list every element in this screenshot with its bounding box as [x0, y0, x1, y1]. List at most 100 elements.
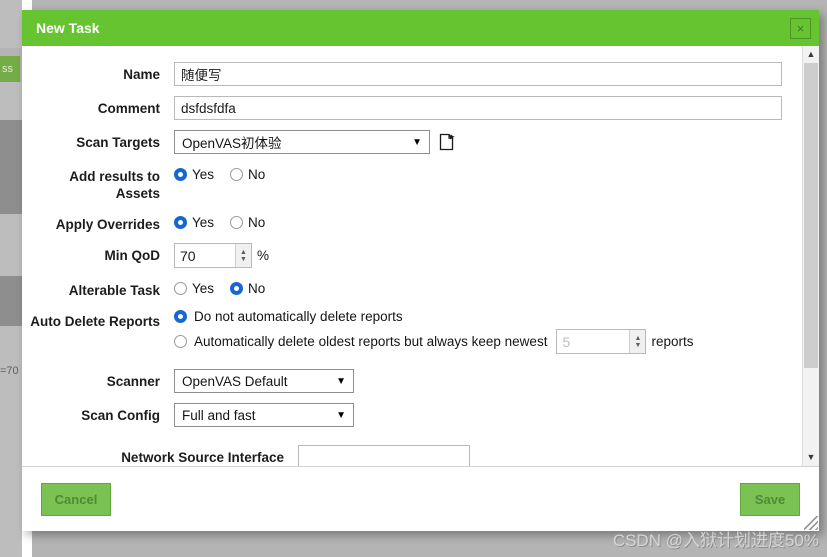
form-row-comment: Comment: [22, 96, 802, 120]
scanner-control: OpenVAS Default ▼: [174, 369, 802, 393]
backdrop-strip: [0, 120, 22, 214]
scan-config-label: Scan Config: [81, 408, 160, 423]
alterable-task-radio-no[interactable]: No: [230, 281, 265, 296]
min-qod-label: Min QoD: [104, 248, 161, 263]
resize-grip[interactable]: [804, 516, 818, 530]
apply-overrides-radio-group: Yes No: [174, 212, 802, 230]
form-row-alterable-task: Alterable Task Yes No: [22, 278, 802, 299]
network-source-interface-label: Network Source Interface: [121, 450, 284, 465]
add-results-radio-yes[interactable]: Yes: [174, 167, 214, 182]
scan-config-control: Full and fast ▼: [174, 403, 802, 427]
backdrop-side-text: =70: [0, 365, 19, 377]
alterable-task-label: Alterable Task: [68, 283, 160, 298]
auto-delete-keep-count-stepper: ▲ ▼: [556, 329, 647, 354]
apply-overrides-control: Yes No: [174, 212, 802, 230]
scan-config-select[interactable]: Full and fast ▼: [174, 403, 354, 427]
form-row-network-source-interface: Network Source Interface: [22, 445, 802, 466]
alterable-task-control: Yes No: [174, 278, 802, 296]
alterable-task-radio-yes[interactable]: Yes: [174, 281, 214, 296]
scrollbar-thumb[interactable]: [804, 63, 818, 368]
form-row-apply-overrides: Apply Overrides Yes No: [22, 212, 802, 233]
radio-selected-icon: [230, 282, 244, 295]
min-qod-unit: %: [257, 248, 270, 263]
chevron-up-icon[interactable]: ▲: [803, 46, 819, 63]
save-button[interactable]: Save: [740, 482, 800, 516]
auto-delete-option-keep-all[interactable]: Do not automatically delete reports: [174, 309, 802, 324]
apply-overrides-radio-no[interactable]: No: [230, 215, 265, 230]
radio-unselected-icon: [174, 335, 187, 348]
task-form: Name Comment Scan Targets OpenVAS初体验 ▼: [22, 46, 802, 466]
form-row-add-results-to-assets: Add results to Assets Yes No: [22, 164, 802, 202]
scanner-select[interactable]: OpenVAS Default ▼: [174, 369, 354, 393]
cancel-button[interactable]: Cancel: [41, 482, 111, 516]
backdrop-assets-tab: ss: [0, 56, 20, 82]
auto-delete-option-keep-newest[interactable]: Automatically delete oldest reports but …: [174, 329, 802, 354]
add-results-radio-group: Yes No: [174, 164, 802, 182]
close-icon[interactable]: ×: [790, 17, 811, 39]
scan-targets-label: Scan Targets: [76, 135, 160, 150]
auto-delete-keep-count-input[interactable]: [557, 330, 630, 353]
min-qod-input[interactable]: [175, 244, 235, 267]
comment-input[interactable]: [174, 96, 782, 120]
apply-overrides-no-label: No: [248, 215, 266, 230]
auto-delete-keep-count-suffix: reports: [651, 334, 694, 349]
backdrop-strip: [0, 326, 22, 557]
radio-selected-icon: [174, 216, 187, 229]
scan-config-value: Full and fast: [182, 407, 256, 423]
form-row-name: Name: [22, 62, 802, 86]
chevron-down-icon: ▼: [412, 136, 422, 148]
spin-down-icon: ▼: [240, 255, 247, 263]
alterable-task-yes-label: Yes: [192, 281, 215, 296]
alterable-task-radio-group: Yes No: [174, 278, 802, 296]
dialog-scrollbar[interactable]: ▲ ▼: [802, 46, 819, 466]
backdrop-strip: [0, 82, 22, 120]
radio-selected-icon: [174, 168, 187, 181]
radio-unselected-icon: [174, 282, 187, 295]
dialog-footer: Cancel Save: [22, 467, 819, 531]
auto-delete-reports-control: Do not automatically delete reports Auto…: [174, 309, 802, 359]
chevron-down-icon: ▼: [336, 375, 346, 387]
radio-selected-icon: [174, 310, 187, 323]
scanner-label: Scanner: [106, 374, 160, 389]
network-source-interface-control: [298, 445, 802, 466]
new-target-icon[interactable]: [439, 133, 455, 151]
dialog-body: Name Comment Scan Targets OpenVAS初体验 ▼: [22, 46, 819, 467]
scan-targets-control: OpenVAS初体验 ▼: [174, 130, 802, 154]
auto-delete-keep-all-label: Do not automatically delete reports: [194, 309, 403, 324]
form-row-scan-targets: Scan Targets OpenVAS初体验 ▼: [22, 130, 802, 154]
add-results-to-assets-control: Yes No: [174, 164, 802, 182]
add-results-yes-label: Yes: [192, 167, 215, 182]
chevron-down-icon[interactable]: ▼: [803, 449, 819, 466]
backdrop-strip: [0, 214, 22, 276]
apply-overrides-yes-label: Yes: [192, 215, 215, 230]
scanner-value: OpenVAS Default: [182, 373, 288, 389]
spin-up-icon: ▲: [240, 248, 247, 256]
radio-unselected-icon: [230, 168, 244, 181]
form-row-scan-config: Scan Config Full and fast ▼: [22, 403, 802, 427]
form-row-scanner: Scanner OpenVAS Default ▼: [22, 369, 802, 393]
add-results-to-assets-label: Add results to Assets: [69, 169, 160, 201]
scan-targets-select[interactable]: OpenVAS初体验 ▼: [174, 130, 430, 154]
alterable-task-no-label: No: [248, 281, 266, 296]
backdrop-strip: [0, 0, 22, 48]
spin-up-icon: ▲: [634, 334, 642, 342]
add-results-radio-no[interactable]: No: [230, 167, 265, 182]
name-input[interactable]: [174, 62, 782, 86]
scrollbar-track[interactable]: [803, 63, 819, 449]
spin-down-icon: ▼: [634, 341, 642, 349]
auto-delete-reports-label: Auto Delete Reports: [30, 314, 160, 329]
form-row-min-qod: Min QoD ▲ ▼ %: [22, 243, 802, 268]
min-qod-spin-buttons[interactable]: ▲ ▼: [235, 244, 251, 267]
network-source-interface-input[interactable]: [298, 445, 470, 466]
comment-label: Comment: [97, 101, 160, 116]
min-qod-control: ▲ ▼ %: [174, 243, 802, 268]
add-results-no-label: No: [248, 167, 266, 182]
apply-overrides-label: Apply Overrides: [55, 217, 160, 232]
keep-count-spin-buttons[interactable]: ▲ ▼: [629, 330, 646, 353]
apply-overrides-radio-yes[interactable]: Yes: [174, 215, 214, 230]
scan-targets-value: OpenVAS初体验: [182, 136, 282, 151]
auto-delete-keep-newest-label: Automatically delete oldest reports but …: [194, 334, 548, 349]
chevron-down-icon: ▼: [336, 409, 346, 421]
name-label: Name: [123, 67, 160, 82]
form-row-auto-delete-reports: Auto Delete Reports Do not automatically…: [22, 309, 802, 359]
